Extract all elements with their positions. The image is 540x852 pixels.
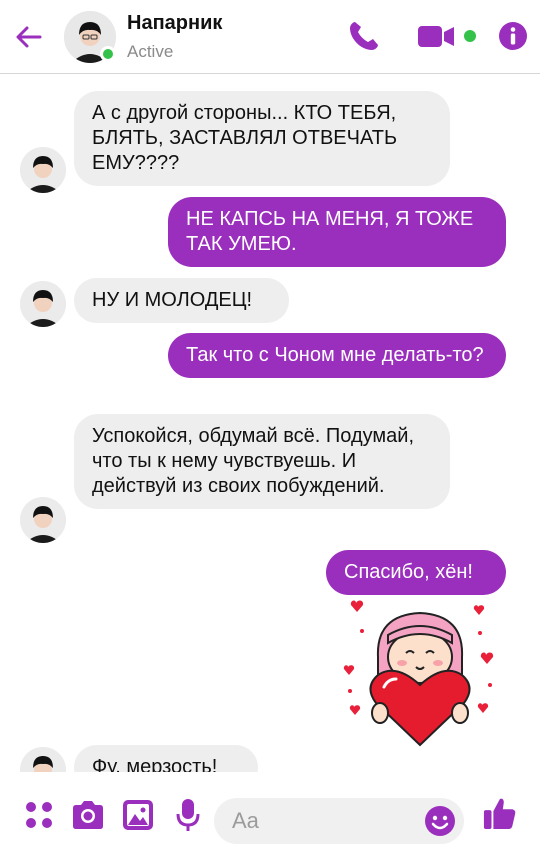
back-arrow-icon[interactable]: [12, 20, 46, 54]
video-camera-icon[interactable]: [416, 18, 458, 54]
message-incoming[interactable]: Успокойся, обдумай всё. Подумай, что ты …: [74, 414, 450, 509]
apps-grid-icon[interactable]: [22, 798, 56, 832]
sender-avatar[interactable]: [20, 281, 66, 327]
sender-avatar[interactable]: [20, 497, 66, 543]
image-icon[interactable]: [122, 798, 154, 832]
sender-avatar[interactable]: [20, 147, 66, 193]
contact-status: Active: [127, 42, 174, 61]
camera-icon[interactable]: [70, 798, 106, 832]
sender-avatar[interactable]: [20, 747, 66, 772]
video-status-dot: [464, 30, 476, 42]
message-incoming[interactable]: А с другой стороны... КТО ТЕБЯ, БЛЯТЬ, З…: [74, 91, 450, 186]
message-input-placeholder[interactable]: Aa: [232, 808, 259, 834]
message-list[interactable]: А с другой стороны... КТО ТЕБЯ, БЛЯТЬ, З…: [0, 75, 540, 772]
message-incoming[interactable]: НУ И МОЛОДЕЦ!: [74, 278, 289, 323]
chat-header: Напарник Active: [0, 0, 540, 74]
phone-icon[interactable]: [346, 18, 382, 54]
message-outgoing[interactable]: НЕ КАПСЬ НА МЕНЯ, Я ТОЖЕ ТАК УМЕЮ.: [168, 197, 506, 267]
online-indicator: [100, 46, 116, 62]
thumbs-up-icon[interactable]: [482, 796, 518, 830]
contact-name[interactable]: Напарник: [127, 12, 222, 35]
message-outgoing[interactable]: Спасибо, хён!: [326, 550, 506, 595]
heart-hug-sticker[interactable]: [340, 595, 500, 755]
info-icon[interactable]: [498, 18, 528, 54]
microphone-icon[interactable]: [176, 798, 200, 832]
emoji-icon[interactable]: [424, 805, 456, 837]
message-outgoing[interactable]: Так что с Чоном мне делать-то?: [168, 333, 506, 378]
message-incoming[interactable]: Фу, мерзость!: [74, 745, 258, 772]
